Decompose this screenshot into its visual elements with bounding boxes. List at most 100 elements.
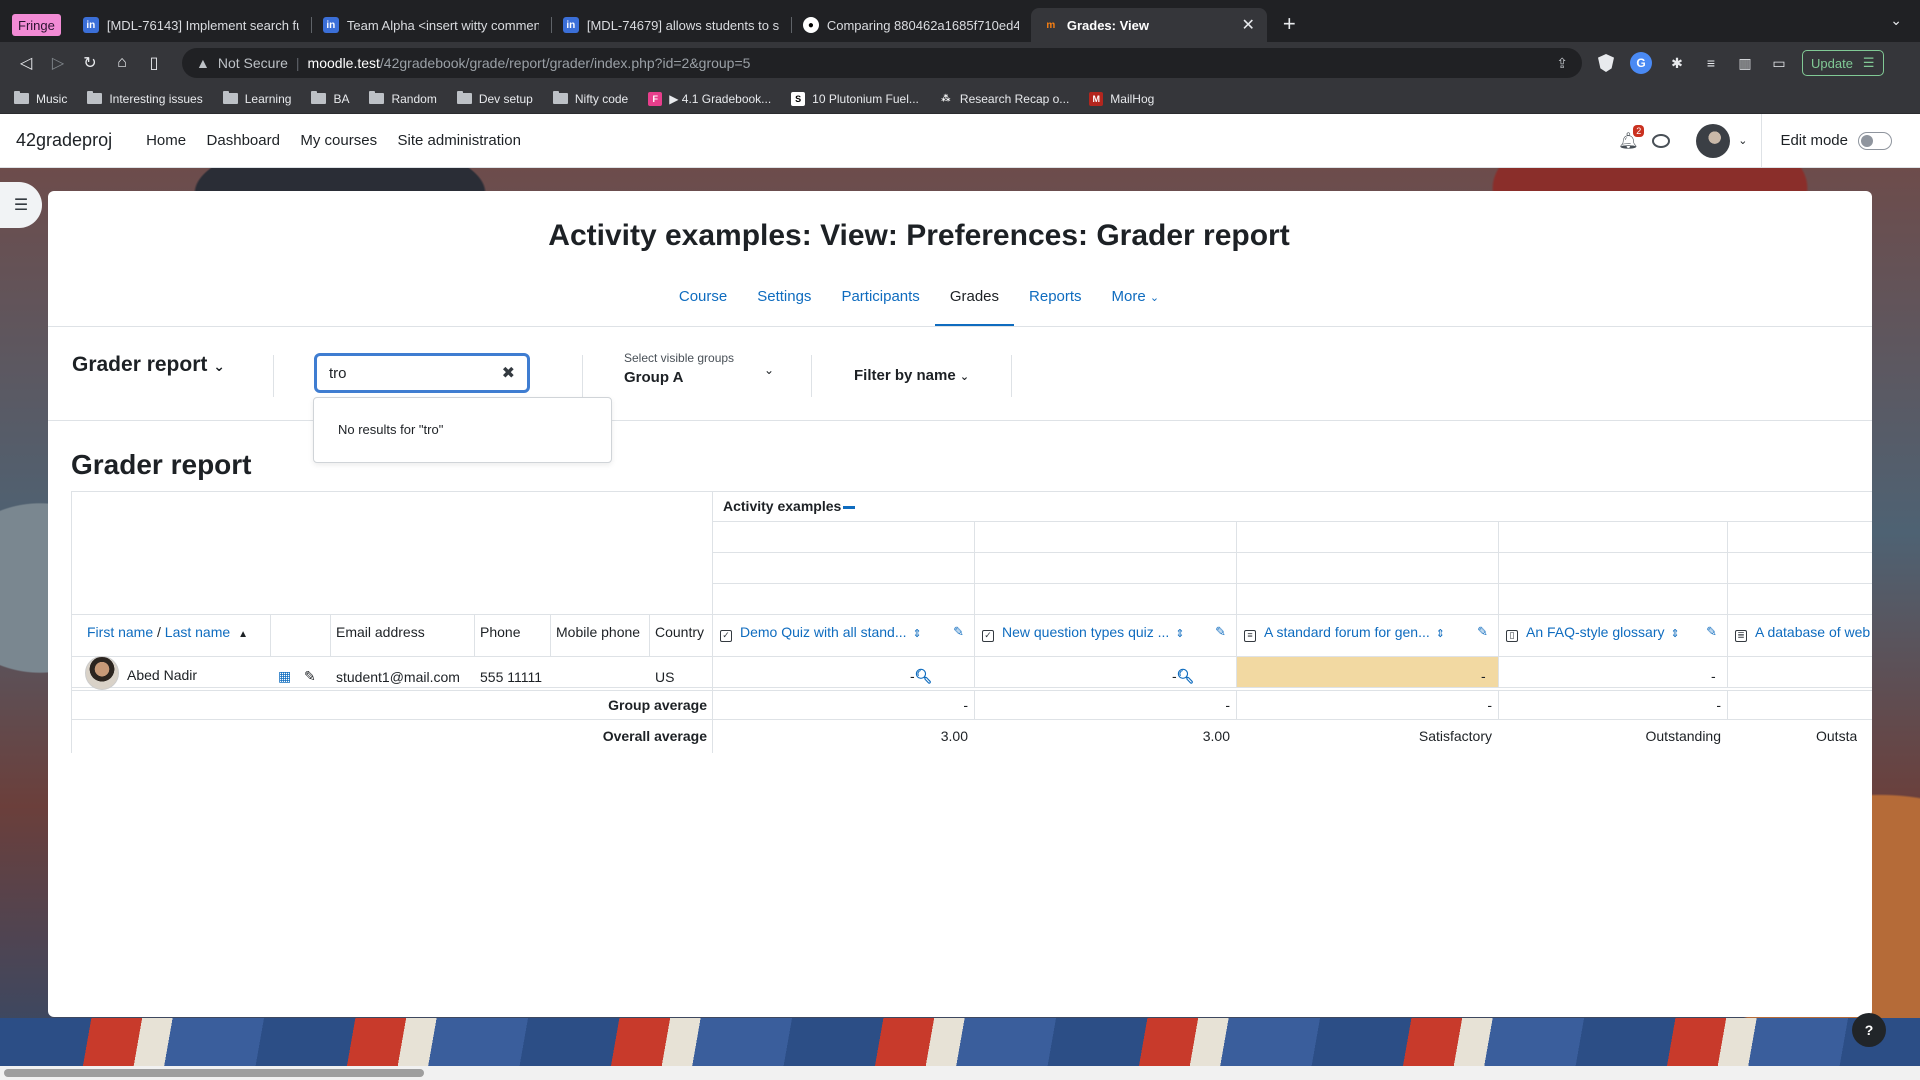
tab-grades[interactable]: Grades <box>934 287 1015 327</box>
highlighted-grade-cell[interactable] <box>1237 657 1498 687</box>
grade-item-link[interactable]: New question types quiz ... <box>1002 624 1169 640</box>
collapse-category-icon[interactable] <box>843 505 856 509</box>
group-selector-value: Group A <box>624 369 684 386</box>
bookmark-site[interactable]: S 10 Plutonium Fuel... <box>791 91 919 106</box>
bookmark-folder[interactable]: Nifty code <box>552 91 628 106</box>
email-column-header[interactable]: Email address <box>336 624 425 640</box>
chevron-down-icon[interactable]: ⌄ <box>1738 134 1747 147</box>
filter-by-name-button[interactable]: Filter by name ⌄ <box>854 367 969 384</box>
brave-shield-icon[interactable] <box>1598 54 1614 72</box>
report-selector[interactable]: Grader report ⌄ <box>72 353 225 377</box>
address-bar[interactable]: ▲ Not Secure | moodle.test /42gradebook/… <box>182 48 1582 78</box>
user-search-input[interactable]: tro ✖ <box>314 353 530 393</box>
bookmark-folder[interactable]: Interesting issues <box>87 91 203 106</box>
horizontal-scrollbar[interactable] <box>0 1066 1920 1080</box>
grade-cell[interactable]: - <box>1481 668 1486 684</box>
edit-pencil-icon[interactable]: ✎ <box>953 624 964 640</box>
home-icon[interactable]: ⌂ <box>108 49 136 77</box>
sort-last-name-link[interactable]: Last name <box>165 624 230 640</box>
grade-cell[interactable]: -🔍︎ <box>1172 668 1194 685</box>
sidebar-icon[interactable]: ▥ <box>1736 54 1754 72</box>
translate-extension-icon[interactable]: G <box>1630 52 1652 74</box>
grade-analysis-table-icon[interactable]: ▦ <box>278 668 291 685</box>
new-tab-icon[interactable]: + <box>1283 11 1296 37</box>
help-button[interactable]: ? <box>1852 1013 1886 1047</box>
search-value: tro <box>329 364 347 382</box>
bookmark-folder[interactable]: Learning <box>222 91 291 106</box>
bookmark-site[interactable]: M MailHog <box>1089 91 1154 106</box>
mailhog-icon: M <box>1089 91 1104 106</box>
bookmark-icon[interactable]: ▯ <box>140 49 168 77</box>
country-column-header[interactable]: Country <box>655 624 704 640</box>
edit-pencil-icon[interactable]: ✎ <box>304 668 316 685</box>
bookmark-label: BA <box>333 91 350 106</box>
nav-home[interactable]: Home <box>146 132 186 149</box>
tab-settings[interactable]: Settings <box>742 287 826 327</box>
table-line <box>974 521 975 687</box>
tab-course[interactable]: Course <box>664 287 742 327</box>
github-icon: ● <box>802 17 819 33</box>
nav-dashboard[interactable]: Dashboard <box>207 132 280 149</box>
sort-first-name-link[interactable]: First name <box>87 624 153 640</box>
filter-by-name-label: Filter by name <box>854 367 956 384</box>
grade-item-link[interactable]: A standard forum for gen... <box>1264 624 1430 640</box>
grade-cell[interactable]: - <box>1711 668 1716 684</box>
phone-column-header[interactable]: Phone <box>480 624 520 640</box>
clear-search-icon[interactable]: ✖ <box>502 363 515 383</box>
user-avatar[interactable] <box>1696 123 1731 158</box>
wallet-icon[interactable]: ▭ <box>1770 54 1788 72</box>
playlist-icon[interactable]: ≡ <box>1702 54 1720 72</box>
edit-pencil-icon[interactable]: ✎ <box>1477 624 1488 640</box>
mobile-column-header[interactable]: Mobile phone <box>556 624 640 640</box>
student-name-link[interactable]: Abed Nadir <box>127 667 197 683</box>
bookmark-folder[interactable]: BA <box>311 91 350 106</box>
scrollbar-thumb[interactable] <box>4 1069 424 1077</box>
nav-site-administration[interactable]: Site administration <box>398 132 521 149</box>
edit-pencil-icon[interactable]: ✎ <box>1706 624 1717 640</box>
messages-icon[interactable] <box>1652 133 1671 148</box>
back-icon[interactable]: ◁ <box>12 49 40 77</box>
browser-tab[interactable]: in [MDL-76143] Implement search fun <box>71 8 311 42</box>
nav-my-courses[interactable]: My courses <box>300 132 377 149</box>
grade-item-link[interactable]: An FAQ-style glossary <box>1526 624 1665 640</box>
sort-icon[interactable]: ⇕ <box>1175 628 1184 640</box>
bookmark-site[interactable]: ⁂ Research Recap o... <box>939 92 1069 106</box>
browser-tab[interactable]: in Team Alpha <insert witty comment <box>310 8 551 42</box>
page-background-image-bottom <box>0 1018 1920 1066</box>
edit-mode-toggle[interactable] <box>1858 131 1892 150</box>
grade-item-link[interactable]: A database of web links <box>1755 624 1872 640</box>
grade-cell[interactable]: -🔍︎ <box>910 668 932 685</box>
chevron-down-icon[interactable]: ⌄ <box>1890 12 1902 29</box>
zoom-icon[interactable]: 🔍︎ <box>1177 668 1195 684</box>
forward-icon[interactable]: ▷ <box>44 49 72 77</box>
edit-pencil-icon[interactable]: ✎ <box>1215 624 1226 640</box>
tab-participants[interactable]: Participants <box>826 287 934 327</box>
sort-icon[interactable]: ⇕ <box>913 628 922 640</box>
grade-item-link[interactable]: Demo Quiz with all stand... <box>740 624 907 640</box>
update-button[interactable]: Update ☰ <box>1802 50 1884 76</box>
bookmark-folder[interactable]: Music <box>14 91 67 106</box>
group-selector[interactable]: Select visible groups Group A ⌄ <box>624 351 774 386</box>
extensions-icon[interactable]: ✱ <box>1668 54 1686 72</box>
bookmark-folder[interactable]: Random <box>369 91 437 106</box>
site-brand[interactable]: 42gradeproj <box>16 130 112 151</box>
sort-icon[interactable]: ⇕ <box>1671 628 1680 640</box>
browser-tab[interactable]: ● Comparing 880462a1685f710ed4f6 <box>790 8 1031 42</box>
tab-more[interactable]: More ⌄ <box>1097 287 1175 327</box>
bookmark-site[interactable]: F ▶ 4.1 Gradebook... <box>648 91 771 106</box>
reload-icon[interactable]: ↻ <box>76 49 104 77</box>
notifications-bell-icon[interactable]: 🔔︎ 2 <box>1618 124 1645 151</box>
folder-icon <box>311 91 327 104</box>
zoom-icon[interactable]: 🔍︎ <box>915 668 933 684</box>
browser-tab[interactable]: in [MDL-74679] allows students to se <box>550 8 791 42</box>
fringe-profile-badge[interactable]: Fringe <box>12 14 61 36</box>
group-average-value: - <box>1487 697 1492 713</box>
close-icon[interactable]: ✕ <box>1241 15 1254 35</box>
student-avatar[interactable] <box>85 656 119 690</box>
share-icon[interactable]: ⇪ <box>1556 55 1568 72</box>
sort-icon[interactable]: ⇕ <box>1436 628 1445 640</box>
tab-reports[interactable]: Reports <box>1014 287 1097 327</box>
browser-tab-active[interactable]: m Grades: View ✕ <box>1030 8 1267 42</box>
bookmark-folder[interactable]: Dev setup <box>456 91 533 106</box>
browser-toolbar: ◁ ▷ ↻ ⌂ ▯ ▲ Not Secure | moodle.test /42… <box>0 42 1920 84</box>
